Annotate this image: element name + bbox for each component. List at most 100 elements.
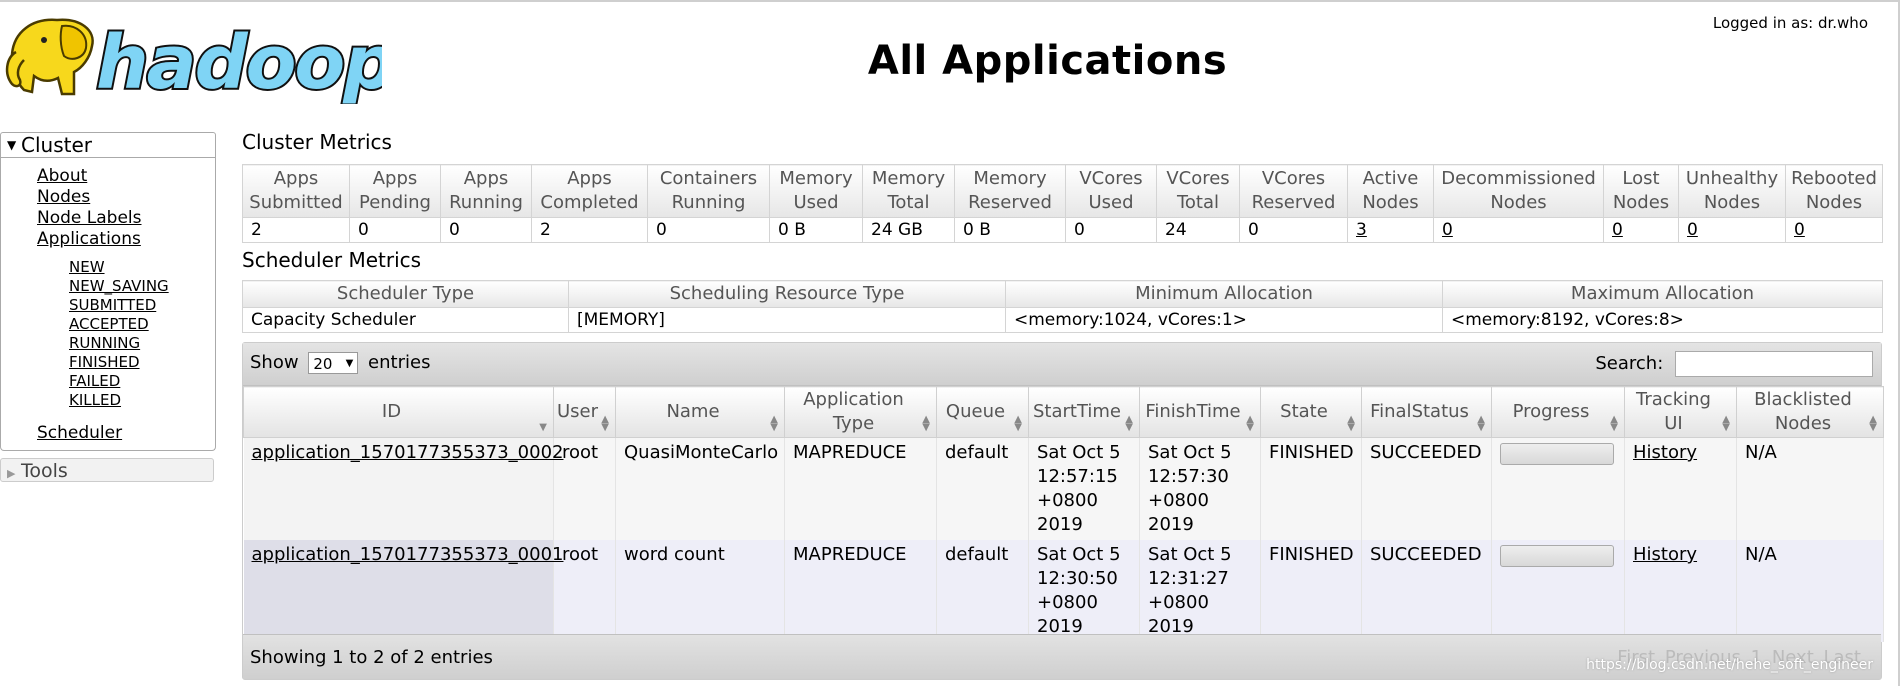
table-info: Showing 1 to 2 of 2 entries (250, 647, 493, 668)
app-starttime: Sat Oct 5 12:57:15 +0800 2019 (1028, 437, 1140, 540)
cluster-metrics-table: Apps Submitted Apps Pending Apps Running… (242, 164, 1883, 243)
column-header-tracking-ui[interactable]: Tracking UI ▲ ▼ (1624, 386, 1737, 438)
metric-apps-pending: 0 (349, 217, 441, 243)
metric-memory-used: 0 B (769, 217, 863, 243)
column-header-queue[interactable]: Queue ▲ ▼ (936, 386, 1029, 438)
nav-link-scheduler[interactable]: Scheduler (37, 423, 122, 443)
sort-icon: ▲ ▼ (1869, 414, 1877, 433)
app-blacklisted-nodes: N/A (1736, 540, 1884, 642)
app-state: FINISHED (1260, 540, 1362, 642)
metric-header: Apps Pending (349, 164, 441, 218)
metric-unhealthy-nodes-link[interactable]: 0 (1687, 220, 1698, 240)
app-finishtime: Sat Oct 5 12:31:27 +0800 2019 (1139, 540, 1261, 642)
metric-apps-submitted: 2 (242, 217, 350, 243)
metric-header: VCores Reserved (1239, 164, 1348, 218)
entries-label: entries (368, 352, 431, 373)
search-control: Search: (1595, 351, 1873, 377)
column-header-blacklisted-nodes[interactable]: Blacklisted Nodes ▲ ▼ (1736, 386, 1884, 438)
metric-header: VCores Used (1065, 164, 1157, 218)
nav-link-about[interactable]: About (37, 166, 87, 186)
column-header-name[interactable]: Name ▲ ▼ (615, 386, 785, 438)
nav-link-state-new-saving[interactable]: NEW_SAVING (69, 277, 169, 295)
cluster-section-header[interactable]: ▼ Cluster (0, 132, 216, 158)
column-header-starttime[interactable]: StartTime ▲ ▼ (1028, 386, 1140, 438)
metric-header: Apps Completed (531, 164, 648, 218)
nav-link-node-labels[interactable]: Node Labels (37, 208, 142, 228)
column-header-application-type[interactable]: Application Type ▲ ▼ (784, 386, 937, 438)
tracking-ui-history-link[interactable]: History (1633, 544, 1697, 565)
show-label: Show (250, 352, 299, 373)
nav-link-state-running[interactable]: RUNNING (69, 334, 140, 352)
app-type: MAPREDUCE (784, 437, 937, 540)
nav-link-applications[interactable]: Applications (37, 229, 141, 249)
app-finishtime: Sat Oct 5 12:57:30 +0800 2019 (1139, 437, 1261, 540)
metrics-header-row: Apps Submitted Apps Pending Apps Running… (242, 164, 1883, 218)
metric-memory-reserved: 0 B (954, 217, 1066, 243)
metric-header: Memory Reserved (954, 164, 1066, 218)
nav-link-state-finished[interactable]: FINISHED (69, 353, 140, 371)
app-type: MAPREDUCE (784, 540, 937, 642)
column-header-user[interactable]: User ▲ ▼ (553, 386, 616, 438)
metric-decommissioned-nodes-link[interactable]: 0 (1442, 220, 1453, 240)
progress-bar (1500, 443, 1614, 465)
nav-link-state-submitted[interactable]: SUBMITTED (69, 296, 156, 314)
cluster-section-body: About Nodes Node Labels Applications NEW… (0, 158, 216, 451)
maximum-allocation: <memory:8192, vCores:8> (1442, 307, 1883, 333)
application-id-link[interactable]: application_1570177355373_0001 (252, 544, 564, 565)
scheduler-value-row: Capacity Scheduler [MEMORY] <memory:1024… (242, 307, 1883, 333)
table-toolbar: Show 20 ▼ entries Search: (243, 343, 1881, 386)
scheduler-header: Maximum Allocation (1442, 280, 1883, 308)
column-header-finalstatus[interactable]: FinalStatus ▲ ▼ (1361, 386, 1492, 438)
application-id-link[interactable]: application_1570177355373_0002 (252, 442, 564, 463)
app-starttime: Sat Oct 5 12:30:50 +0800 2019 (1028, 540, 1140, 642)
app-queue: default (936, 540, 1029, 642)
watermark: https://blog.csdn.net/hehe_soft_engineer (1586, 657, 1873, 673)
search-label: Search: (1595, 353, 1664, 374)
column-header-state[interactable]: State ▲ ▼ (1260, 386, 1362, 438)
nav-link-state-killed[interactable]: KILLED (69, 391, 121, 409)
metric-vcores-total: 24 (1156, 217, 1240, 243)
metric-active-nodes-link[interactable]: 3 (1356, 220, 1367, 240)
sort-icon: ▲ ▼ (1246, 414, 1254, 433)
scheduler-metrics-table: Scheduler Type Scheduling Resource Type … (242, 280, 1883, 333)
nav-link-state-new[interactable]: NEW (69, 258, 105, 276)
app-blacklisted-nodes: N/A (1736, 437, 1884, 540)
metric-rebooted-nodes-link[interactable]: 0 (1794, 220, 1805, 240)
metric-lost-nodes-link[interactable]: 0 (1612, 220, 1623, 240)
metric-header: VCores Total (1156, 164, 1240, 218)
metric-containers-running: 0 (647, 217, 770, 243)
app-queue: default (936, 437, 1029, 540)
logged-in-label: Logged in as: dr.who (1712, 14, 1868, 32)
column-header-finishtime[interactable]: FinishTime ▲ ▼ (1139, 386, 1261, 438)
triangle-down-icon: ▼ (7, 137, 17, 152)
app-name: word count (615, 540, 785, 642)
app-user: root (553, 437, 616, 540)
search-input[interactable] (1675, 351, 1873, 377)
scheduler-header: Scheduler Type (242, 280, 569, 308)
metric-header: Lost Nodes (1603, 164, 1679, 218)
cluster-metrics-title: Cluster Metrics (242, 130, 392, 154)
column-header-progress[interactable]: Progress ▲ ▼ (1491, 386, 1625, 438)
nav-link-state-failed[interactable]: FAILED (69, 372, 120, 390)
page-size-select[interactable]: 20 ▼ (308, 352, 359, 374)
metric-vcores-reserved: 0 (1239, 217, 1348, 243)
metric-header: Memory Used (769, 164, 863, 218)
cluster-label: Cluster (21, 133, 92, 157)
nav-link-nodes[interactable]: Nodes (37, 187, 90, 207)
nav-link-state-accepted[interactable]: ACCEPTED (69, 315, 149, 333)
tools-section-header[interactable]: ▶ Tools (0, 458, 214, 482)
app-final-status: SUCCEEDED (1361, 540, 1492, 642)
metric-apps-completed: 2 (531, 217, 648, 243)
metric-vcores-used: 0 (1065, 217, 1157, 243)
metric-header: Memory Total (862, 164, 955, 218)
minimum-allocation: <memory:1024, vCores:1> (1005, 307, 1443, 333)
app-final-status: SUCCEEDED (1361, 437, 1492, 540)
sort-icon: ▲ ▼ (922, 414, 930, 433)
sort-icon: ▲ ▼ (1125, 414, 1133, 433)
sort-icon: ▲ ▼ (1014, 414, 1022, 433)
sort-icon: ▲ ▼ (770, 414, 778, 433)
metrics-value-row: 2 0 0 2 0 0 B 24 GB 0 B 0 24 0 3 0 0 0 0 (242, 217, 1883, 243)
tracking-ui-history-link[interactable]: History (1633, 442, 1697, 463)
column-header-id[interactable]: ID ▼ (243, 386, 554, 438)
metric-apps-running: 0 (440, 217, 532, 243)
